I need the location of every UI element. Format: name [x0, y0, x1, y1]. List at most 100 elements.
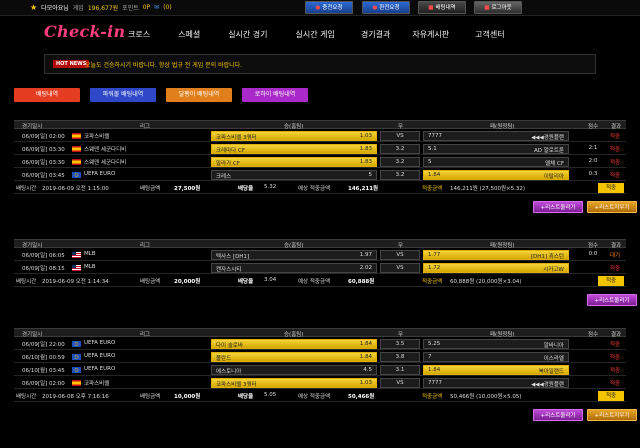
league-name: 코파스비렐 [84, 134, 110, 140]
home-pick[interactable]: 캔자스시티 2.02 [211, 263, 377, 273]
exchange-icon: ● [372, 5, 378, 11]
tab-bet-history[interactable]: 배팅내역 [14, 88, 80, 102]
draw-pick[interactable]: 3.1 [380, 365, 420, 375]
star-icon: ★ [30, 3, 38, 12]
away-odds: 7777 [428, 133, 442, 139]
win: 60,888원 (20,000원×3.04) [450, 279, 522, 285]
tab-powerball[interactable]: 파워볼 배팅내역 [90, 88, 156, 102]
draw-pick[interactable]: 3.2 [380, 144, 420, 154]
header-draw: 무 [398, 332, 404, 338]
draw-pick[interactable]: 3.2 [380, 157, 420, 167]
away-odds: 7777 [428, 380, 442, 386]
away-pick[interactable]: 7777 ◀◀◀경원플랜 [423, 131, 569, 141]
logout-button[interactable]: ■ 로그아웃 [474, 1, 522, 14]
away-pick[interactable]: 1.77 [DH1] 휴스턴 [423, 250, 569, 260]
nav-cross[interactable]: 크로스 [128, 29, 150, 40]
nav-support[interactable]: 고객센터 [475, 29, 504, 40]
home-odds: 1.83 [359, 159, 372, 165]
add-to-list-button[interactable]: +리스트올리기 [533, 201, 583, 213]
header-away: 패(원정팀) [490, 243, 515, 249]
away-pick[interactable]: 5.25 알바니아 [423, 339, 569, 349]
away-team: 알바니아 [543, 343, 564, 349]
home-pick[interactable]: 크레마다 CF 1.83 [211, 144, 377, 154]
header-date: 경기일시 [22, 243, 43, 249]
expected-label: 예상 적중금액 [298, 186, 331, 192]
away-pick[interactable]: 7777 ◀◀◀경원플랜 [423, 378, 569, 388]
away-pick[interactable]: 1.84 이탈리아 [423, 170, 569, 180]
draw-pick[interactable]: 3.2 [380, 170, 420, 180]
home-pick[interactable]: 크레스 5 [211, 170, 377, 180]
home-odds: 1.84 [359, 354, 372, 360]
match-result: 적중 [609, 173, 621, 179]
nav-live-casino[interactable]: 실시간 게임 [296, 29, 335, 40]
header-score: 점수 [588, 243, 599, 249]
remove-from-list-button[interactable]: +리스트지우기 [587, 201, 637, 213]
nav-results[interactable]: 경기결과 [361, 29, 390, 40]
home-pick[interactable]: 텍사스 [DH1] 1.97 [211, 250, 377, 260]
league-flag-icon [72, 265, 81, 271]
win: 146,211원 (27,500원×5.32) [450, 186, 526, 192]
away-pick[interactable]: 1.72 시카고W [423, 263, 569, 273]
add-to-list-button[interactable]: +리스트올리기 [587, 294, 637, 306]
match-result: 적중 [609, 381, 621, 387]
away-pick[interactable]: 5.1 AD 알로트룬 [423, 144, 569, 154]
exchange-request-button[interactable]: ● 환전요청 [362, 1, 410, 14]
home-pick[interactable]: 다이 슬로바 1.84 [211, 339, 377, 349]
draw-pick[interactable]: 3.5 [380, 339, 420, 349]
nav-special[interactable]: 스페셜 [178, 29, 200, 40]
exchange-label: 환전요청 [379, 5, 400, 11]
nav-live-game[interactable]: 실시간 경기 [228, 29, 267, 40]
charge-label: 충전요청 [322, 5, 343, 11]
draw-pick[interactable]: VS [380, 263, 420, 273]
bet-summary: 배팅시간 2019-06-09 오전 1:14:34 배팅금액 20,000원 배당율 3… [14, 275, 626, 287]
home-team: 에스토니아 [216, 369, 242, 375]
league-flag-icon [72, 341, 81, 347]
amount-label: 배팅금액 [140, 394, 161, 400]
home-team: 코파스비렐 3쿼터 [216, 382, 257, 388]
site-logo[interactable]: Check-in [44, 22, 125, 41]
charge-request-button[interactable]: ● 충전요청 [305, 1, 353, 14]
bet-time: 2019-06-09 오전 1:14:34 [42, 279, 109, 285]
main-nav: Check-in 크로스 스페셜 실시간 경기 실시간 게임 경기결과 자유게시… [0, 16, 640, 52]
home-pick[interactable]: 말라가 CF 1.83 [211, 157, 377, 167]
nav-board[interactable]: 자유게시판 [412, 29, 449, 40]
home-pick[interactable]: 코파스비렐 3쿼터 1.03 [211, 131, 377, 141]
home-pick[interactable]: 폴란드 1.84 [211, 352, 377, 362]
remove-from-list-button[interactable]: +리스트지우기 [587, 409, 637, 421]
message-icon[interactable]: ✉ [154, 4, 159, 11]
match-result: 대기 [609, 253, 621, 259]
bet-history-button[interactable]: ■ 배팅내역 [418, 1, 466, 14]
expected-label: 예상 적중금액 [298, 279, 331, 285]
match-result: 적중 [609, 160, 621, 166]
message-count[interactable]: (0) [163, 4, 172, 11]
add-to-list-button[interactable]: +리스트올리기 [533, 409, 583, 421]
draw-pick[interactable]: 3.8 [380, 352, 420, 362]
home-pick[interactable]: 에스토니아 4.5 [211, 365, 377, 375]
match-score: 0:0 [588, 251, 598, 257]
tab-snail[interactable]: 달팽이 배팅내역 [166, 88, 232, 102]
home-pick[interactable]: 코파스비렐 3쿼터 1.03 [211, 378, 377, 388]
home-odds: 1.97 [359, 252, 372, 258]
point-label: 포인트 [122, 5, 139, 12]
header-league: 리그 [140, 124, 151, 130]
win-label: 적중금액 [422, 279, 443, 285]
away-pick[interactable]: 5 엘체 CF [423, 157, 569, 167]
draw-pick[interactable]: VS [380, 250, 420, 260]
away-pick[interactable]: 1.84 북아일랜드 [423, 365, 569, 375]
draw-pick[interactable]: VS [380, 378, 420, 388]
win: 50,466원 (10,000원×5.05) [450, 394, 522, 400]
username: 다모아요님 [41, 5, 69, 12]
logout-label: 로그아웃 [491, 5, 512, 11]
tab-lohigh[interactable]: 로하이 배팅내역 [242, 88, 308, 102]
match-score: 2:0 [588, 158, 598, 164]
league-name: UEFA EURO [84, 340, 116, 346]
away-pick[interactable]: 7 이스라엘 [423, 352, 569, 362]
header-away: 패(원정팀) [490, 332, 515, 338]
draw-pick[interactable]: VS [380, 131, 420, 141]
league-flag-icon [72, 380, 81, 386]
amount: 20,000원 [174, 279, 201, 285]
home-team: 코파스비렐 3쿼터 [216, 135, 257, 141]
amount: 27,500원 [174, 186, 201, 192]
match-score: 2:1 [588, 145, 598, 151]
status-badge: 적중 [598, 391, 624, 401]
